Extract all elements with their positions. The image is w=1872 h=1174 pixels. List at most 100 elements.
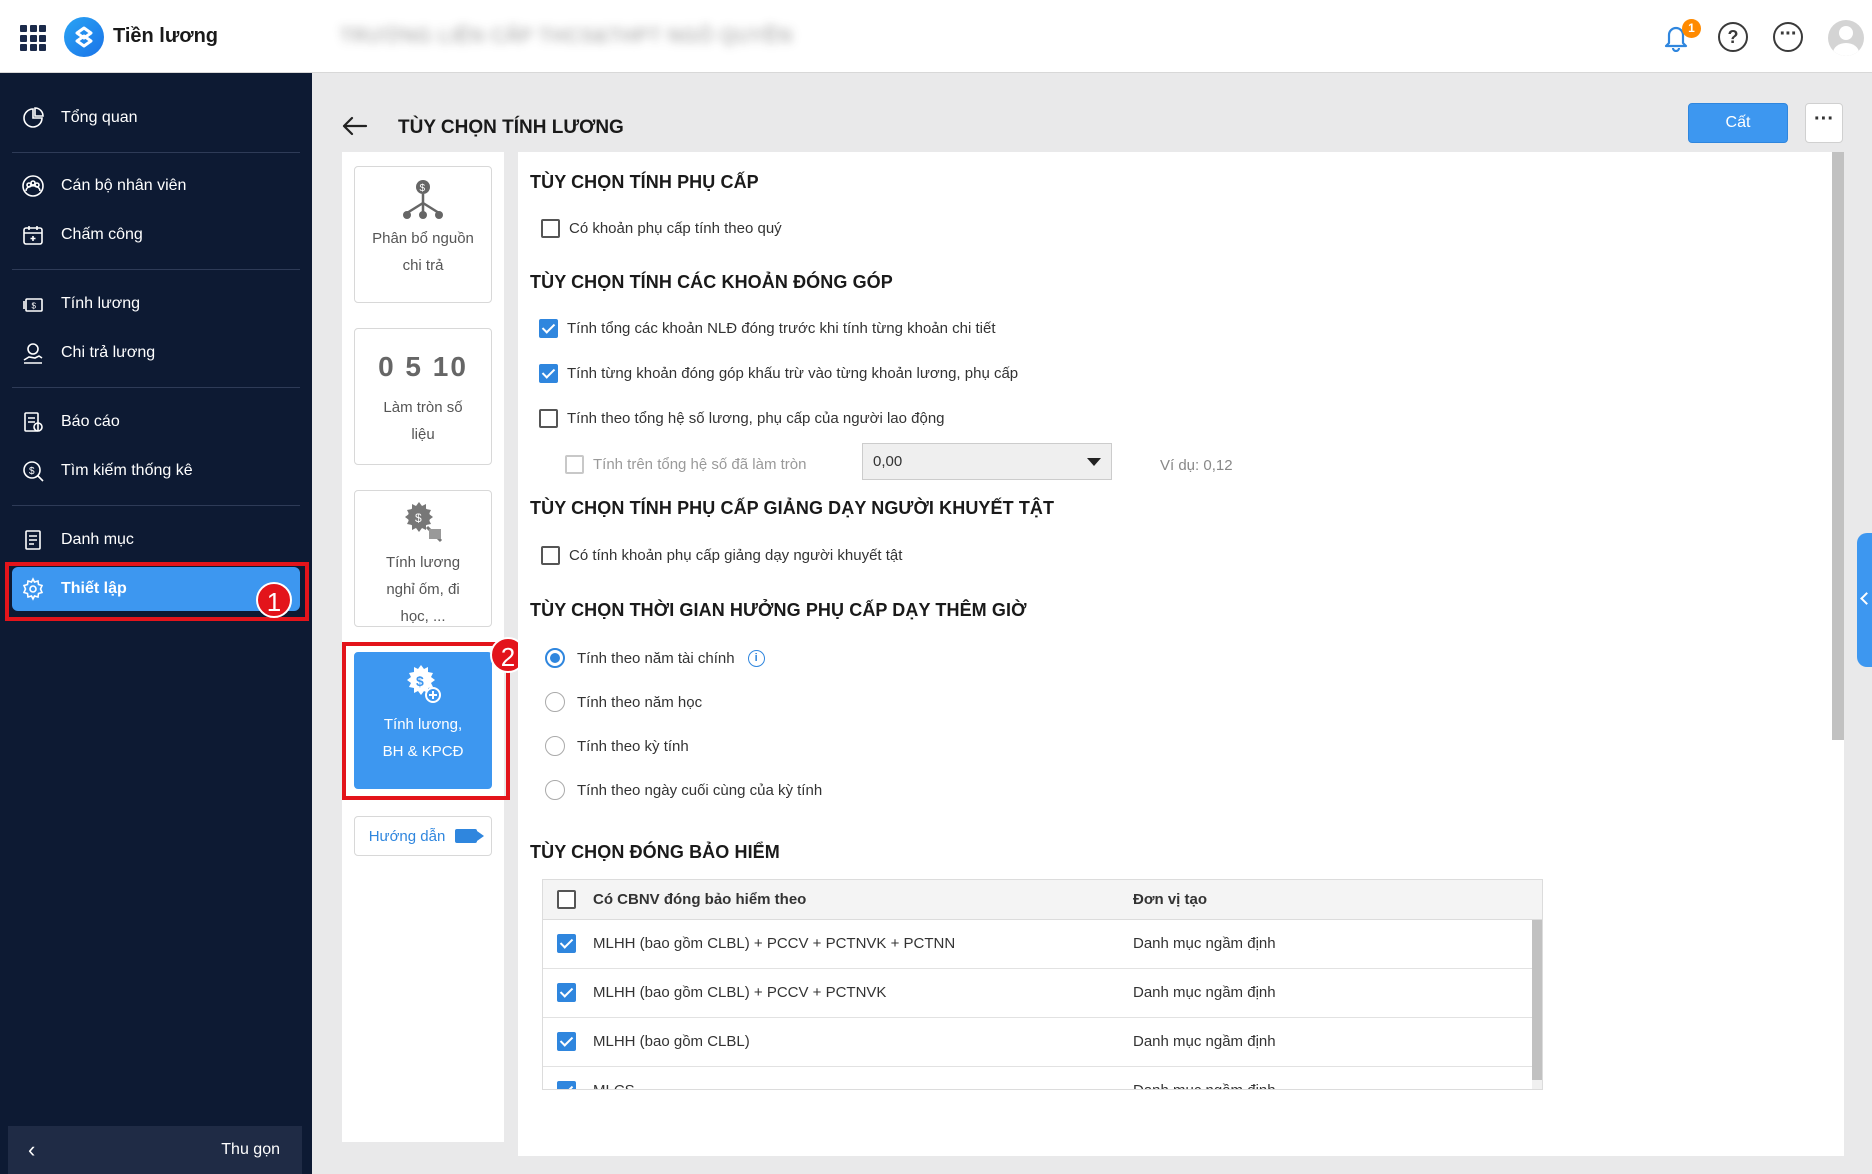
radio-last-day-of-period[interactable]: Tính theo ngày cuối cùng của kỳ tính bbox=[545, 780, 822, 800]
tab-label: Tính lương nghỉ ốm, đi học, ... bbox=[385, 554, 461, 625]
tab-payment-allocation[interactable]: $ Phân bổ nguồn chi trả bbox=[354, 166, 492, 303]
option-quarterly-allowance[interactable]: Có khoản phụ cấp tính theo quý bbox=[541, 219, 782, 238]
table-row[interactable]: MLHH (bao gồm CLBL) + PCCV + PCTNVK Danh… bbox=[543, 969, 1532, 1018]
table-row[interactable]: MLCS Danh mục ngầm định bbox=[543, 1067, 1532, 1089]
rounding-select-value: 0,00 bbox=[873, 453, 903, 470]
sidebar-item-catalog[interactable]: Danh mục bbox=[12, 518, 300, 562]
row-checkbox[interactable] bbox=[557, 934, 576, 953]
collapse-button[interactable]: ‹ Thu gọn bbox=[8, 1126, 302, 1174]
pie-chart-icon bbox=[20, 105, 46, 131]
allocation-tree-icon: $ bbox=[403, 180, 443, 219]
option-total-contribution-first[interactable]: Tính tổng các khoản NLĐ đóng trước khi t… bbox=[539, 319, 996, 338]
checkbox[interactable] bbox=[539, 409, 558, 428]
sidebar-item-statistics-search[interactable]: $ Tìm kiếm thống kê bbox=[12, 449, 300, 493]
sidebar-item-timekeeping[interactable]: Chấm công bbox=[12, 213, 300, 257]
organization-name: TRƯỜNG LIÊN CẤP THCS&THPT NGÔ QUYỀN bbox=[340, 26, 793, 47]
row-basis: MLHH (bao gồm CLBL) bbox=[593, 1033, 750, 1050]
tab-label: Làm tròn số liệu bbox=[383, 399, 463, 443]
option-label: Có khoản phụ cấp tính theo quý bbox=[569, 220, 782, 237]
checkbox[interactable] bbox=[541, 219, 560, 238]
table-header: Có CBNV đóng bảo hiểm theo Đơn vị tạo bbox=[543, 880, 1542, 920]
help-icon[interactable]: ? bbox=[1718, 22, 1748, 52]
option-label: Tính trên tổng hệ số đã làm tròn bbox=[593, 456, 807, 473]
select-all-checkbox[interactable] bbox=[557, 890, 576, 909]
radio-period[interactable]: Tính theo kỳ tính bbox=[545, 736, 689, 756]
insurance-table: Có CBNV đóng bảo hiểm theo Đơn vị tạo ML… bbox=[542, 879, 1543, 1090]
staff-icon bbox=[20, 173, 46, 199]
sidebar-item-staff[interactable]: Cán bộ nhân viên bbox=[12, 164, 300, 208]
sidebar-item-label: Danh mục bbox=[61, 531, 134, 548]
option-disabled-teaching-allowance[interactable]: Có tính khoản phụ cấp giảng dạy người kh… bbox=[541, 546, 902, 565]
divider bbox=[12, 505, 300, 506]
app-grid-icon[interactable] bbox=[20, 25, 46, 51]
option-rounded-coefficient[interactable]: Tính trên tổng hệ số đã làm tròn bbox=[565, 455, 806, 474]
row-creator: Danh mục ngầm định bbox=[1133, 1033, 1276, 1050]
avatar[interactable] bbox=[1828, 20, 1864, 56]
sidebar-item-salary-payment[interactable]: Chi trả lương bbox=[12, 331, 300, 375]
radio-button[interactable] bbox=[545, 780, 565, 800]
table-scrollbar[interactable] bbox=[1532, 920, 1542, 1089]
row-basis: MLHH (bao gồm CLBL) + PCCV + PCTNVK bbox=[593, 984, 887, 1001]
tab-sick-leave-salary[interactable]: $ Tính lương nghỉ ốm, đi học, ... bbox=[354, 490, 492, 627]
calendar-icon bbox=[20, 222, 46, 248]
section-title-insurance: TÙY CHỌN ĐÓNG BẢO HIỂM bbox=[530, 842, 780, 862]
caret-down-icon bbox=[1087, 457, 1101, 466]
table-row[interactable]: MLHH (bao gồm CLBL) + PCCV + PCTNVK + PC… bbox=[543, 920, 1532, 969]
row-basis: MLHH (bao gồm CLBL) + PCCV + PCTNVK + PC… bbox=[593, 935, 956, 952]
report-icon bbox=[20, 409, 46, 435]
checkbox[interactable] bbox=[541, 546, 560, 565]
radio-button[interactable] bbox=[545, 648, 565, 668]
radio-button[interactable] bbox=[545, 692, 565, 712]
tab-rounding[interactable]: 0 5 10 Làm tròn số liệu bbox=[354, 328, 492, 465]
content-scrollbar[interactable] bbox=[1832, 152, 1844, 740]
radio-button[interactable] bbox=[545, 736, 565, 756]
back-arrow-icon[interactable] bbox=[340, 112, 368, 140]
radio-school-year[interactable]: Tính theo năm học bbox=[545, 692, 702, 712]
option-label: Tính theo kỳ tính bbox=[577, 737, 689, 755]
radio-fiscal-year[interactable]: Tính theo năm tài chính i bbox=[545, 648, 765, 668]
option-label: Tính theo ngày cuối cùng của kỳ tính bbox=[577, 781, 823, 799]
step-badge-1: 1 bbox=[256, 582, 292, 618]
checkbox[interactable] bbox=[539, 364, 558, 383]
payment-icon bbox=[20, 340, 46, 366]
sidebar-item-label: Chấm công bbox=[61, 226, 143, 243]
top-bar: Tiền lương TRƯỜNG LIÊN CẤP THCS&THPT NGÔ… bbox=[0, 0, 1872, 73]
money-icon: $ bbox=[20, 291, 46, 317]
side-panel-toggle[interactable] bbox=[1857, 533, 1872, 667]
collapse-label: Thu gọn bbox=[221, 1141, 280, 1158]
option-total-coefficient[interactable]: Tính theo tổng hệ số lương, phụ cấp của … bbox=[539, 409, 945, 428]
svg-text:$: $ bbox=[29, 466, 35, 477]
more-options-icon[interactable]: ··· bbox=[1773, 22, 1803, 52]
rounding-select[interactable]: 0,00 bbox=[862, 443, 1112, 480]
section-title-contribution: TÙY CHỌN TÍNH CÁC KHOẢN ĐÓNG GÓP bbox=[530, 272, 893, 292]
table-row[interactable]: MLHH (bao gồm CLBL) Danh mục ngầm định bbox=[543, 1018, 1532, 1067]
row-basis: MLCS bbox=[593, 1082, 635, 1089]
page-title: TÙY CHỌN TÍNH LƯƠNG bbox=[398, 117, 624, 138]
sidebar-item-reports[interactable]: Báo cáo bbox=[12, 400, 300, 444]
checkbox[interactable] bbox=[565, 455, 584, 474]
section-title-disabled-teaching-allowance: TÙY CHỌN TÍNH PHỤ CẤP GIẢNG DẠY NGƯỜI KH… bbox=[530, 498, 1055, 518]
sidebar-item-payroll[interactable]: $ Tính lương bbox=[12, 282, 300, 326]
checkbox[interactable] bbox=[539, 319, 558, 338]
row-creator: Danh mục ngầm định bbox=[1133, 984, 1276, 1001]
guide-button[interactable]: Hướng dẫn bbox=[354, 816, 492, 856]
sidebar-item-label: Chi trả lương bbox=[61, 344, 156, 361]
save-button[interactable]: Cất bbox=[1688, 103, 1788, 143]
svg-text:$: $ bbox=[32, 302, 37, 311]
table-scrollbar-thumb[interactable] bbox=[1532, 920, 1542, 1080]
rounding-icon: 0 5 10 bbox=[378, 351, 468, 382]
info-icon[interactable]: i bbox=[747, 649, 765, 667]
row-checkbox[interactable] bbox=[557, 1081, 576, 1089]
divider bbox=[12, 387, 300, 388]
option-deduct-per-item[interactable]: Tính từng khoản đóng góp khấu trừ vào từ… bbox=[539, 364, 1018, 383]
highlight-box-step2 bbox=[342, 642, 510, 800]
option-label: Có tính khoản phụ cấp giảng dạy người kh… bbox=[569, 547, 903, 564]
row-checkbox[interactable] bbox=[557, 1032, 576, 1051]
sidebar-item-overview[interactable]: Tổng quan bbox=[12, 96, 300, 140]
row-creator: Danh mục ngầm định bbox=[1133, 935, 1276, 952]
divider bbox=[12, 269, 300, 270]
more-actions-button[interactable]: ··· bbox=[1805, 103, 1843, 143]
chevron-left-icon: ‹ bbox=[28, 1137, 36, 1162]
row-checkbox[interactable] bbox=[557, 983, 576, 1002]
sidebar: Tổng quan Cán bộ nhân viên Chấm công $ T… bbox=[0, 73, 312, 1174]
